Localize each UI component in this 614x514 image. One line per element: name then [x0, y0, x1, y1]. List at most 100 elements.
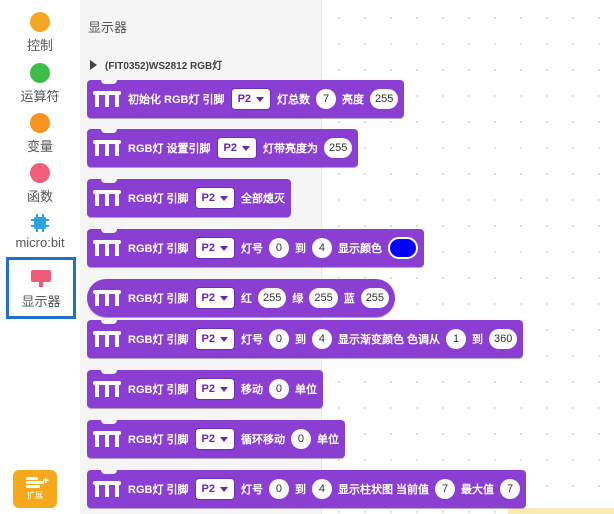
rgb-strip-icon	[93, 431, 121, 447]
number-input[interactable]: 4	[311, 329, 332, 349]
block-text: 到	[294, 334, 306, 346]
code-block[interactable]: RGB灯 引脚 P2 灯号 0 到 4 显示颜色	[87, 229, 424, 267]
block-notch	[101, 229, 117, 233]
dropdown-value: P2	[201, 292, 215, 304]
pin-dropdown[interactable]: P2	[194, 237, 235, 259]
block-text: 移动	[240, 384, 263, 396]
pin-dropdown[interactable]: P2	[216, 137, 257, 159]
block-text: 蓝	[343, 293, 355, 305]
block-text: 灯带亮度为	[262, 143, 318, 155]
category-label: 函数	[26, 189, 53, 204]
category-display[interactable]: 显示器	[6, 257, 76, 319]
dropdown-value: P2	[201, 483, 215, 495]
category-label: 变量	[26, 139, 53, 154]
pin-dropdown[interactable]: P2	[230, 88, 272, 110]
number-input[interactable]: 4	[311, 479, 332, 499]
caret-down-icon	[219, 486, 228, 492]
number-input[interactable]: 0	[268, 379, 289, 399]
dropdown-value: P2	[201, 383, 215, 395]
caret-down-icon	[241, 145, 250, 151]
rgb-strip-icon	[93, 190, 121, 206]
number-input[interactable]: 7	[500, 479, 521, 499]
plus-icon: +	[42, 475, 49, 487]
block-notch	[101, 470, 117, 474]
number-input[interactable]: 0	[268, 329, 289, 349]
block-text: 灯号	[240, 484, 263, 496]
block-text: 亮度	[342, 94, 365, 106]
number-input[interactable]: 1	[446, 329, 467, 349]
color-picker[interactable]	[387, 237, 418, 259]
operators-dot-icon	[30, 63, 50, 83]
number-input[interactable]: 0	[268, 479, 289, 499]
code-block[interactable]: 初始化 RGB灯 引脚 P2 灯总数 7 亮度 255	[87, 80, 405, 118]
number-input[interactable]: 7	[435, 479, 456, 499]
number-input[interactable]: 4	[311, 238, 332, 258]
scrollbar-horizontal[interactable]	[508, 508, 614, 514]
code-block[interactable]: RGB灯 引脚 P2 红 255 绿 255 蓝 255	[87, 279, 396, 317]
pin-dropdown[interactable]: P2	[194, 287, 235, 309]
block-text: RGB灯 引脚	[128, 484, 189, 496]
code-block[interactable]: RGB灯 设置引脚 P2 灯带亮度为 255	[87, 129, 359, 167]
block-text: 初始化 RGB灯 引脚	[128, 94, 225, 106]
number-input[interactable]: 0	[268, 238, 289, 258]
rgb-strip-icon	[93, 481, 121, 497]
category-control[interactable]: 控制	[0, 12, 80, 54]
category-label: 运算符	[20, 89, 60, 104]
caret-down-icon	[219, 245, 228, 251]
number-input[interactable]: 7	[316, 89, 337, 109]
extension-button[interactable]: + 扩展	[13, 470, 57, 508]
number-input[interactable]: 255	[309, 288, 338, 308]
pin-dropdown[interactable]: P2	[194, 328, 235, 350]
block-text: RGB灯 引脚	[128, 334, 189, 346]
code-block[interactable]: RGB灯 引脚 P2 灯号 0 到 4 显示渐变颜色 色调从 1 到 360	[87, 320, 524, 358]
rgb-strip-icon	[93, 381, 121, 397]
pin-dropdown[interactable]: P2	[194, 187, 235, 209]
block-notch	[101, 179, 117, 183]
caret-down-icon	[219, 195, 228, 201]
caret-down-icon	[219, 295, 228, 301]
rgb-strip-icon	[93, 140, 121, 156]
block-text: 到	[294, 484, 306, 496]
block-notch	[101, 370, 117, 374]
code-block[interactable]: RGB灯 引脚 P2 循环移动 0 单位	[87, 420, 345, 458]
number-input[interactable]: 255	[257, 288, 287, 308]
dropdown-value: P2	[201, 192, 215, 204]
block-text: RGB灯 设置引脚	[128, 143, 211, 155]
code-block[interactable]: RGB灯 引脚 P2 灯号 0 到 4 显示柱状图 当前值 7 最大值 7	[87, 470, 527, 508]
rgb-strip-icon	[93, 240, 121, 256]
number-input[interactable]: 255	[360, 288, 390, 308]
subcategory-header[interactable]: (FIT0352)WS2812 RGB灯	[90, 57, 222, 72]
block-text: RGB灯 引脚	[128, 293, 189, 305]
rgb-strip-icon	[93, 331, 121, 347]
rgb-strip-icon	[93, 91, 121, 107]
number-input[interactable]: 0	[290, 429, 311, 449]
number-input[interactable]: 360	[489, 329, 518, 349]
dropdown-value: P2	[223, 142, 237, 154]
block-text: 显示颜色	[337, 243, 382, 255]
category-label: 显示器	[21, 294, 61, 309]
category-operators[interactable]: 运算符	[0, 63, 80, 105]
functions-dot-icon	[30, 163, 50, 183]
block-text: 红	[240, 293, 252, 305]
block-text: 单位	[316, 434, 339, 446]
pin-dropdown[interactable]: P2	[194, 428, 235, 450]
block-text: RGB灯 引脚	[128, 434, 189, 446]
block-text: 显示柱状图 当前值	[337, 484, 430, 496]
code-block[interactable]: RGB灯 引脚 P2 移动 0 单位	[87, 370, 323, 408]
category-label: micro:bit	[15, 235, 65, 250]
block-notch	[101, 320, 117, 324]
dropdown-value: P2	[201, 333, 215, 345]
number-input[interactable]: 255	[370, 89, 399, 109]
code-block[interactable]: RGB灯 引脚 P2 全部熄灭	[87, 179, 291, 217]
pin-dropdown[interactable]: P2	[194, 378, 235, 400]
control-dot-icon	[30, 12, 50, 32]
block-text: 到	[294, 243, 306, 255]
category-label: 控制	[26, 38, 53, 53]
block-text: 单位	[294, 384, 317, 396]
pin-dropdown[interactable]: P2	[194, 478, 235, 500]
category-variables[interactable]: 变量	[0, 113, 80, 155]
collapse-triangle-icon	[90, 59, 97, 70]
number-input[interactable]: 255	[323, 138, 353, 158]
category-functions[interactable]: 函数	[0, 163, 80, 205]
category-microbit[interactable]: micro:bit	[0, 214, 80, 250]
